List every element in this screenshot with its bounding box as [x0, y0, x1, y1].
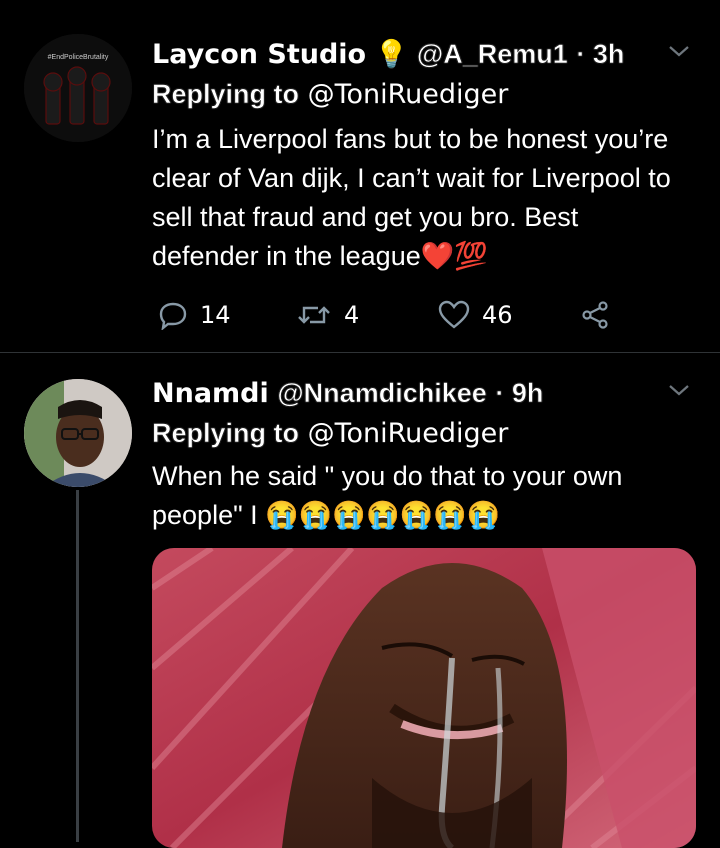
handle[interactable]: @A_Remu1: [417, 39, 568, 70]
replying-to: Replying to @ToniRuediger: [152, 415, 509, 452]
tweet-laycon[interactable]: #EndPoliceBrutality Laycon Studio 💡 @A_R…: [0, 0, 720, 352]
chevron-down-icon[interactable]: [668, 40, 690, 62]
chevron-down-icon[interactable]: [668, 379, 690, 401]
crying-man-photo: [152, 548, 696, 848]
heart-icon: [438, 300, 470, 329]
like-button[interactable]: 46: [438, 300, 513, 330]
retweet-button[interactable]: 4: [296, 300, 359, 330]
replying-handle-link[interactable]: @ToniRuediger: [308, 79, 509, 110]
reply-icon: [159, 302, 187, 330]
timestamp[interactable]: · 3h: [576, 39, 625, 70]
profile-photo: [24, 379, 132, 487]
timestamp[interactable]: · 9h: [495, 378, 544, 409]
retweet-icon: [298, 306, 330, 324]
reply-button[interactable]: 14: [158, 300, 231, 330]
fist-logo-icon: [24, 34, 132, 142]
reply-count: 14: [200, 301, 231, 329]
handle[interactable]: @Nnamdichikee: [277, 378, 487, 409]
display-name[interactable]: Nnamdi: [152, 378, 269, 409]
tweet-image[interactable]: [152, 548, 696, 848]
replying-to: Replying to @ToniRuediger: [152, 76, 509, 113]
avatar[interactable]: #EndPoliceBrutality: [24, 34, 132, 142]
replying-prefix: Replying to: [152, 418, 300, 449]
tweet-text: I’m a Liverpool fans but to be honest yo…: [152, 124, 671, 271]
share-icon: [582, 301, 608, 329]
tweet-header: Nnamdi @Nnamdichikee · 9h: [152, 375, 544, 412]
like-count: 46: [482, 301, 513, 329]
action-bar: 14 4 46: [152, 300, 632, 330]
avatar-text: #EndPoliceBrutality: [47, 54, 109, 61]
lightbulb-emoji: 💡: [374, 39, 409, 70]
display-name[interactable]: Laycon Studio: [152, 39, 366, 70]
avatar[interactable]: [24, 379, 132, 487]
tweet-text: When he said " you do that to your own p…: [152, 461, 623, 530]
retweet-count: 4: [344, 301, 360, 329]
replying-prefix: Replying to: [152, 79, 300, 110]
replying-handle-link[interactable]: @ToniRuediger: [308, 418, 509, 449]
tweet-header: Laycon Studio 💡 @A_Remu1 · 3h: [152, 36, 625, 73]
share-button[interactable]: [580, 300, 622, 330]
thread-line: [76, 490, 79, 842]
